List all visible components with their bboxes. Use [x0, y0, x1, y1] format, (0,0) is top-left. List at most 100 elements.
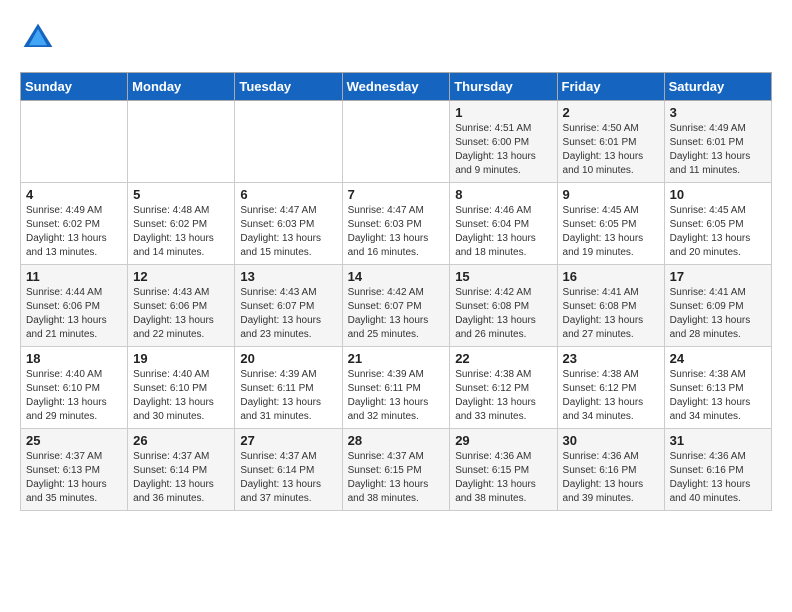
day-number: 6: [240, 187, 336, 202]
day-info: Sunrise: 4:47 AM Sunset: 6:03 PM Dayligh…: [240, 204, 336, 260]
day-number: 22: [455, 351, 551, 366]
day-cell: 22 Sunrise: 4:38 AM Sunset: 6:12 PM Dayli…: [450, 347, 557, 429]
day-number: 2: [563, 105, 659, 120]
day-info: Sunrise: 4:40 AM Sunset: 6:10 PM Dayligh…: [133, 368, 229, 424]
day-number: 7: [348, 187, 445, 202]
day-number: 16: [563, 269, 659, 284]
day-number: 3: [670, 105, 766, 120]
day-cell: 12Sunrise: 4:43 AM Sunset: 6:06 PM Dayli…: [128, 265, 235, 347]
day-number: 28: [348, 433, 445, 448]
day-info: Sunrise: 4:42 AM Sunset: 6:07 PM Dayligh…: [348, 286, 445, 342]
day-number: 27: [240, 433, 336, 448]
day-info: Sunrise: 4:39 AM Sunset: 6:11 PM Dayligh…: [348, 368, 445, 424]
day-cell: 14 Sunrise: 4:42 AM Sunset: 6:07 PM Dayli…: [342, 265, 450, 347]
day-cell: 25 Sunrise: 4:37 AM Sunset: 6:13 PM Dayli…: [21, 429, 128, 511]
day-cell: 5 Sunrise: 4:48 AM Sunset: 6:02 PM Daylig…: [128, 183, 235, 265]
day-cell: 18 Sunrise: 4:40 AM Sunset: 6:10 PM Dayli…: [21, 347, 128, 429]
header-tuesday: Tuesday: [235, 73, 342, 101]
day-info: Sunrise: 4:49 AM Sunset: 6:01 PM Dayligh…: [670, 122, 766, 178]
day-info: Sunrise: 4:36 AM Sunset: 6:15 PM Dayligh…: [455, 450, 551, 506]
day-info: Sunrise: 4:38 AM Sunset: 6:12 PM Dayligh…: [563, 368, 659, 424]
day-info: Sunrise: 4:44 AM Sunset: 6:06 PM Dayligh…: [26, 286, 122, 342]
day-number: 13: [240, 269, 336, 284]
day-number: 24: [670, 351, 766, 366]
day-info: Sunrise: 4:51 AM Sunset: 6:00 PM Dayligh…: [455, 122, 551, 178]
header-friday: Friday: [557, 73, 664, 101]
day-info: Sunrise: 4:40 AM Sunset: 6:10 PM Dayligh…: [26, 368, 122, 424]
day-cell: 31Sunrise: 4:36 AM Sunset: 6:16 PM Dayli…: [664, 429, 771, 511]
day-number: 25: [26, 433, 122, 448]
day-cell: 1 Sunrise: 4:51 AM Sunset: 6:00 PM Daylig…: [450, 101, 557, 183]
day-info: Sunrise: 4:37 AM Sunset: 6:14 PM Dayligh…: [240, 450, 336, 506]
day-number: 8: [455, 187, 551, 202]
logo: [20, 20, 60, 56]
day-cell: 9Sunrise: 4:45 AM Sunset: 6:05 PM Daylig…: [557, 183, 664, 265]
day-cell: 6 Sunrise: 4:47 AM Sunset: 6:03 PM Daylig…: [235, 183, 342, 265]
day-info: Sunrise: 4:43 AM Sunset: 6:07 PM Dayligh…: [240, 286, 336, 342]
day-cell: 30Sunrise: 4:36 AM Sunset: 6:16 PM Dayli…: [557, 429, 664, 511]
day-number: 14: [348, 269, 445, 284]
header-saturday: Saturday: [664, 73, 771, 101]
day-cell: 28 Sunrise: 4:37 AM Sunset: 6:15 PM Dayli…: [342, 429, 450, 511]
day-info: Sunrise: 4:49 AM Sunset: 6:02 PM Dayligh…: [26, 204, 122, 260]
day-cell: 27 Sunrise: 4:37 AM Sunset: 6:14 PM Dayli…: [235, 429, 342, 511]
logo-icon: [20, 20, 56, 56]
day-cell: 21 Sunrise: 4:39 AM Sunset: 6:11 PM Dayli…: [342, 347, 450, 429]
day-info: Sunrise: 4:45 AM Sunset: 6:05 PM Dayligh…: [670, 204, 766, 260]
day-cell: 3 Sunrise: 4:49 AM Sunset: 6:01 PM Daylig…: [664, 101, 771, 183]
day-cell: 23 Sunrise: 4:38 AM Sunset: 6:12 PM Dayli…: [557, 347, 664, 429]
day-info: Sunrise: 4:36 AM Sunset: 6:16 PM Dayligh…: [670, 450, 766, 506]
day-number: 4: [26, 187, 122, 202]
day-info: Sunrise: 4:37 AM Sunset: 6:15 PM Dayligh…: [348, 450, 445, 506]
day-cell: [235, 101, 342, 183]
header-thursday: Thursday: [450, 73, 557, 101]
day-cell: 20Sunrise: 4:39 AM Sunset: 6:11 PM Dayli…: [235, 347, 342, 429]
day-info: Sunrise: 4:43 AM Sunset: 6:06 PM Dayligh…: [133, 286, 229, 342]
day-cell: 7 Sunrise: 4:47 AM Sunset: 6:03 PM Daylig…: [342, 183, 450, 265]
day-cell: 2Sunrise: 4:50 AM Sunset: 6:01 PM Daylig…: [557, 101, 664, 183]
day-info: Sunrise: 4:46 AM Sunset: 6:04 PM Dayligh…: [455, 204, 551, 260]
day-cell: 4 Sunrise: 4:49 AM Sunset: 6:02 PM Daylig…: [21, 183, 128, 265]
day-number: 11: [26, 269, 122, 284]
day-cell: 29Sunrise: 4:36 AM Sunset: 6:15 PM Dayli…: [450, 429, 557, 511]
week-row-1: 1 Sunrise: 4:51 AM Sunset: 6:00 PM Daylig…: [21, 101, 772, 183]
day-cell: 24 Sunrise: 4:38 AM Sunset: 6:13 PM Dayli…: [664, 347, 771, 429]
day-info: Sunrise: 4:38 AM Sunset: 6:13 PM Dayligh…: [670, 368, 766, 424]
day-number: 17: [670, 269, 766, 284]
day-number: 20: [240, 351, 336, 366]
day-number: 5: [133, 187, 229, 202]
day-cell: [21, 101, 128, 183]
day-info: Sunrise: 4:37 AM Sunset: 6:14 PM Dayligh…: [133, 450, 229, 506]
day-number: 1: [455, 105, 551, 120]
day-number: 9: [563, 187, 659, 202]
day-number: 10: [670, 187, 766, 202]
day-cell: 10 Sunrise: 4:45 AM Sunset: 6:05 PM Dayli…: [664, 183, 771, 265]
day-info: Sunrise: 4:48 AM Sunset: 6:02 PM Dayligh…: [133, 204, 229, 260]
day-info: Sunrise: 4:47 AM Sunset: 6:03 PM Dayligh…: [348, 204, 445, 260]
day-number: 23: [563, 351, 659, 366]
day-number: 21: [348, 351, 445, 366]
day-cell: 15 Sunrise: 4:42 AM Sunset: 6:08 PM Dayli…: [450, 265, 557, 347]
day-info: Sunrise: 4:42 AM Sunset: 6:08 PM Dayligh…: [455, 286, 551, 342]
header-wednesday: Wednesday: [342, 73, 450, 101]
day-number: 30: [563, 433, 659, 448]
page-header: [20, 20, 772, 56]
week-row-2: 4 Sunrise: 4:49 AM Sunset: 6:02 PM Daylig…: [21, 183, 772, 265]
day-cell: [342, 101, 450, 183]
day-number: 19: [133, 351, 229, 366]
day-cell: 13 Sunrise: 4:43 AM Sunset: 6:07 PM Dayli…: [235, 265, 342, 347]
day-info: Sunrise: 4:41 AM Sunset: 6:08 PM Dayligh…: [563, 286, 659, 342]
day-info: Sunrise: 4:41 AM Sunset: 6:09 PM Dayligh…: [670, 286, 766, 342]
week-row-4: 18 Sunrise: 4:40 AM Sunset: 6:10 PM Dayli…: [21, 347, 772, 429]
day-cell: 8 Sunrise: 4:46 AM Sunset: 6:04 PM Daylig…: [450, 183, 557, 265]
day-number: 15: [455, 269, 551, 284]
calendar-table: SundayMondayTuesdayWednesdayThursdayFrid…: [20, 72, 772, 511]
day-cell: 19 Sunrise: 4:40 AM Sunset: 6:10 PM Dayli…: [128, 347, 235, 429]
day-cell: 16 Sunrise: 4:41 AM Sunset: 6:08 PM Dayli…: [557, 265, 664, 347]
day-info: Sunrise: 4:38 AM Sunset: 6:12 PM Dayligh…: [455, 368, 551, 424]
day-cell: 17 Sunrise: 4:41 AM Sunset: 6:09 PM Dayli…: [664, 265, 771, 347]
day-info: Sunrise: 4:37 AM Sunset: 6:13 PM Dayligh…: [26, 450, 122, 506]
header-sunday: Sunday: [21, 73, 128, 101]
day-number: 18: [26, 351, 122, 366]
day-cell: [128, 101, 235, 183]
